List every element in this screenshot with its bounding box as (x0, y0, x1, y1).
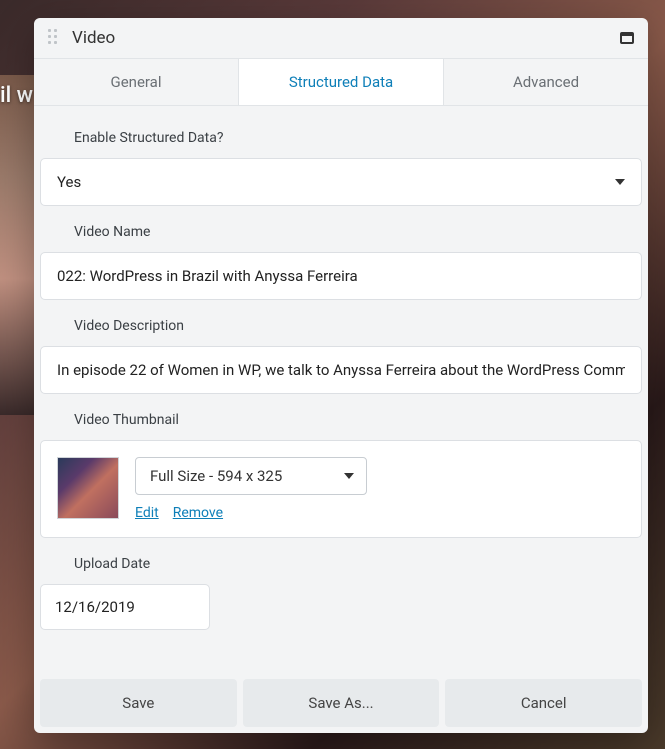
upload-date-label: Upload Date (40, 538, 642, 584)
enable-structured-select[interactable]: Yes (40, 158, 642, 206)
video-name-label: Video Name (40, 206, 642, 252)
enable-structured-value: Yes (57, 173, 81, 191)
video-description-label: Video Description (40, 300, 642, 346)
tab-advanced[interactable]: Advanced (444, 59, 648, 105)
enable-structured-label: Enable Structured Data? (40, 112, 642, 158)
thumbnail-controls: Full Size - 594 x 325 Edit Remove (135, 457, 367, 521)
thumbnail-links: Edit Remove (135, 505, 367, 521)
window-icon[interactable] (620, 32, 634, 44)
modal-title: Video (72, 28, 620, 48)
cancel-button[interactable]: Cancel (445, 679, 642, 727)
chevron-down-icon (344, 473, 354, 479)
tab-bar: General Structured Data Advanced (34, 59, 648, 106)
video-description-input[interactable] (41, 347, 641, 393)
modal-footer: Save Save As... Cancel (34, 673, 648, 733)
video-thumbnail-section: Full Size - 594 x 325 Edit Remove (40, 440, 642, 538)
video-settings-modal: Video General Structured Data Advanced E… (34, 18, 648, 733)
upload-date-input[interactable] (41, 585, 209, 629)
video-name-input[interactable] (41, 253, 641, 299)
backdrop-title-fragment: il w (0, 83, 33, 108)
modal-header: Video (34, 18, 648, 59)
background-image-top (0, 75, 34, 415)
video-description-field-wrap (40, 346, 642, 394)
thumbnail-size-select[interactable]: Full Size - 594 x 325 (135, 457, 367, 495)
modal-content: Enable Structured Data? Yes Video Name V… (34, 106, 648, 673)
chevron-down-icon (615, 179, 625, 185)
thumbnail-size-value: Full Size - 594 x 325 (150, 467, 282, 485)
video-thumbnail-label: Video Thumbnail (40, 394, 642, 440)
save-button[interactable]: Save (40, 679, 237, 727)
save-as-button[interactable]: Save As... (243, 679, 440, 727)
video-name-field-wrap (40, 252, 642, 300)
thumbnail-remove-link[interactable]: Remove (173, 505, 223, 521)
thumbnail-preview[interactable] (57, 457, 119, 519)
thumbnail-edit-link[interactable]: Edit (135, 505, 159, 521)
tab-structured-data[interactable]: Structured Data (238, 59, 444, 105)
drag-handle-icon[interactable] (48, 29, 60, 47)
upload-date-field-wrap (40, 584, 210, 630)
tab-general[interactable]: General (34, 59, 238, 105)
